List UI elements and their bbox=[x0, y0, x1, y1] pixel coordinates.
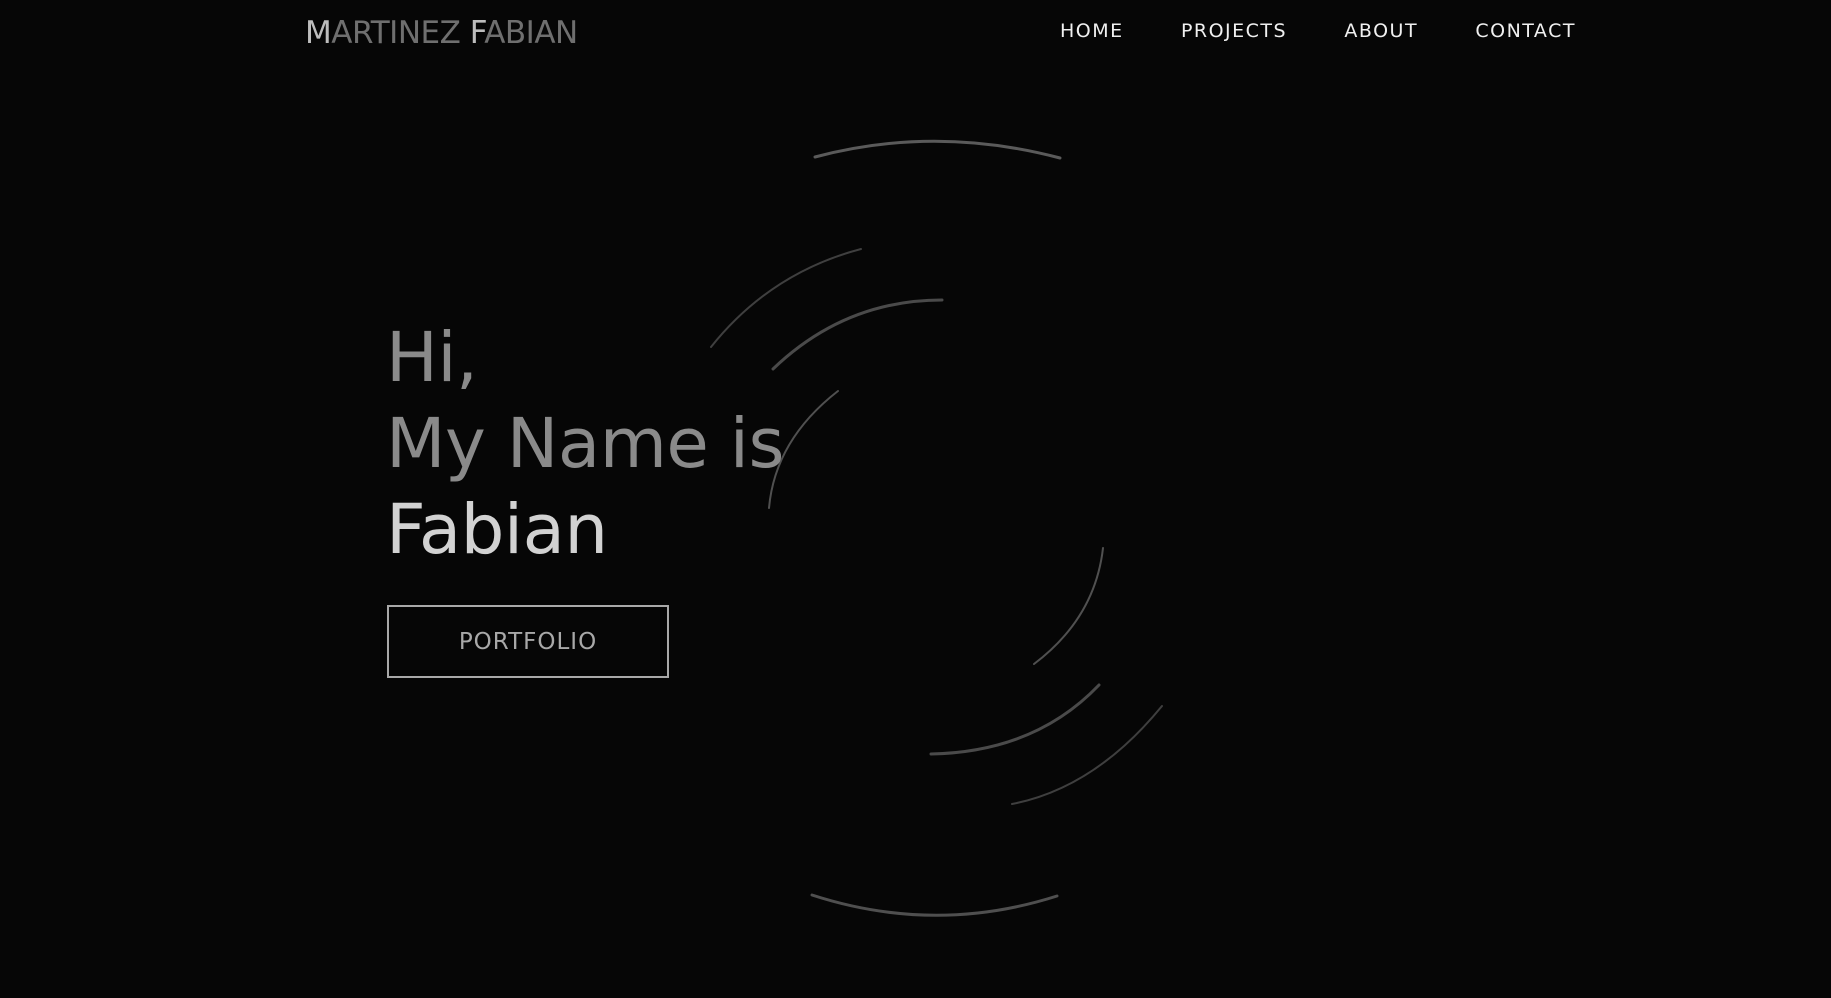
nav-contact-link[interactable]: CONTACT bbox=[1475, 18, 1576, 44]
logo-last-initial: F bbox=[469, 15, 485, 51]
logo-last-rest: ABIAN bbox=[484, 15, 578, 51]
portfolio-button[interactable]: PORTFOLIO bbox=[387, 605, 669, 678]
hero-name: Fabian bbox=[386, 490, 608, 570]
ring-arc bbox=[929, 683, 1101, 756]
hero-heading: Hi, My Name is Fabian bbox=[386, 315, 846, 573]
ring-arc bbox=[1033, 547, 1104, 665]
hero-name-intro: My Name is bbox=[386, 404, 784, 484]
logo-first-rest: ARTINEZ bbox=[331, 15, 461, 51]
hero-greeting: Hi, bbox=[386, 318, 478, 398]
site-logo[interactable]: MARTINEZ FABIAN bbox=[305, 14, 578, 52]
nav-about-link[interactable]: ABOUT bbox=[1344, 18, 1418, 44]
page: MARTINEZ FABIAN HOME PROJECTS ABOUT CONT… bbox=[0, 0, 1831, 998]
ring-arc bbox=[1011, 705, 1163, 805]
decorative-rings bbox=[710, 139, 1163, 917]
ring-arc bbox=[810, 893, 1059, 917]
nav-home-link[interactable]: HOME bbox=[1060, 18, 1124, 44]
logo-first-initial: M bbox=[305, 15, 332, 51]
ring-arc bbox=[813, 139, 1062, 160]
main-nav: HOME PROJECTS ABOUT CONTACT bbox=[1060, 18, 1576, 44]
nav-projects-link[interactable]: PROJECTS bbox=[1181, 18, 1287, 44]
